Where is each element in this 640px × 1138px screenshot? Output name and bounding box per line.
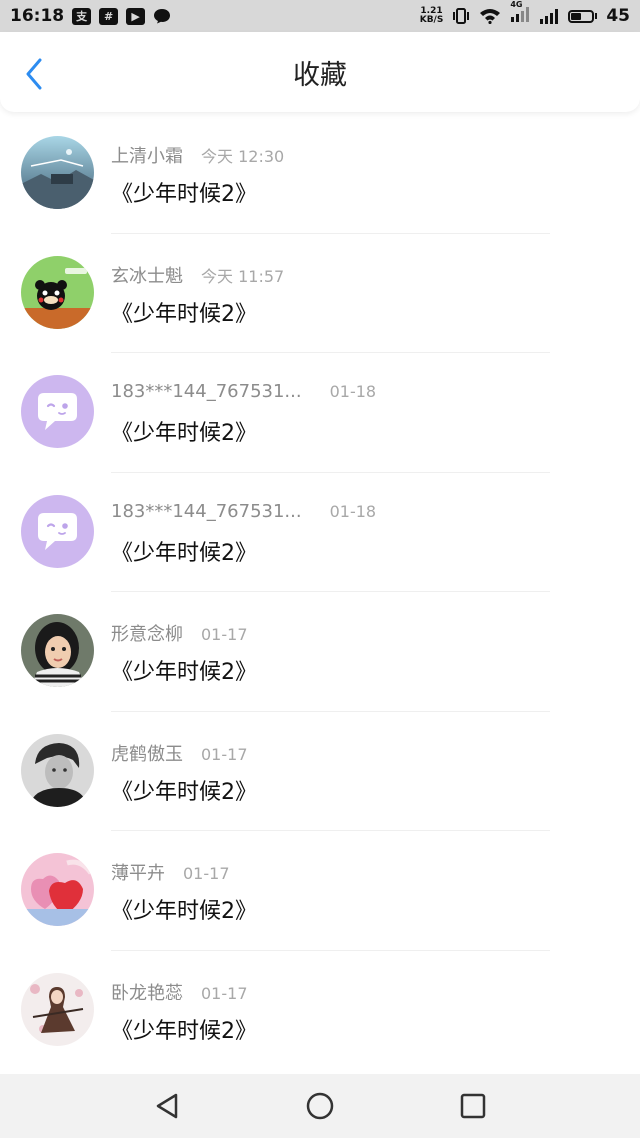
timestamp: 01-17 xyxy=(201,625,248,644)
list-item[interactable]: 183***144_767531... 01-18 《少年时候2》 xyxy=(0,353,640,473)
username: 虎鹤傲玉 xyxy=(111,743,183,765)
avatar xyxy=(21,375,94,448)
net-speed: 1.21 KB/S xyxy=(420,7,444,25)
back-triangle-icon xyxy=(156,1093,177,1119)
item-meta: 薄平卉 01-17 xyxy=(111,859,230,885)
timestamp: 今天 12:30 xyxy=(201,147,285,166)
item-title: 《少年时候2》 xyxy=(111,899,257,924)
battery-icon xyxy=(568,9,598,23)
nav-home-button[interactable] xyxy=(298,1084,342,1128)
network-type-label: 4G xyxy=(510,0,523,9)
home-circle-icon xyxy=(306,1092,334,1120)
item-title: 《少年时候2》 xyxy=(111,182,257,207)
list-item[interactable]: 玄冰士魁 今天 11:57 《少年时候2》 xyxy=(0,234,640,353)
item-meta: 卧龙艳蕊 01-17 xyxy=(111,979,248,1005)
back-button[interactable] xyxy=(14,54,54,94)
item-meta: 虎鹤傲玉 01-17 xyxy=(111,740,248,766)
system-nav-bar xyxy=(0,1074,640,1138)
timestamp: 01-18 xyxy=(329,501,377,521)
avatar xyxy=(21,614,94,687)
avatar xyxy=(21,136,94,209)
username: 形意念柳 xyxy=(111,624,183,645)
avatar xyxy=(21,853,94,926)
item-title: 《少年时候2》 xyxy=(111,1018,257,1044)
wifi-icon xyxy=(480,9,501,24)
timestamp: 01-18 xyxy=(329,382,377,401)
timestamp: 今天 11:57 xyxy=(201,266,285,286)
avatar xyxy=(21,972,94,1046)
timestamp: 01-17 xyxy=(183,864,230,883)
play-icon: ▶ xyxy=(126,7,146,25)
phone-screen: 16:18 支 # ▶ 1.21 KB/S 4G 45 收藏 上清小霜 今天 1… xyxy=(0,0,640,1138)
list-item[interactable]: 卧龙艳蕊 01-17 《少年时候2》 xyxy=(0,951,640,1071)
item-title: 《少年时候2》 xyxy=(111,421,257,446)
default-chat-avatar-icon xyxy=(21,375,94,448)
item-title: 《少年时候2》 xyxy=(111,540,257,566)
item-title: 《少年时候2》 xyxy=(111,779,257,805)
item-meta: 183***144_767531... 01-18 xyxy=(111,501,376,522)
status-right: 1.21 KB/S 4G 45 xyxy=(420,0,630,27)
item-meta: 形意念柳 01-17 xyxy=(111,620,248,646)
username: 183***144_767531... xyxy=(111,500,302,522)
grid-icon: # xyxy=(99,7,119,25)
item-title: 《少年时候2》 xyxy=(111,660,257,685)
username: 玄冰士魁 xyxy=(111,265,183,287)
header: 收藏 xyxy=(0,32,640,112)
default-chat-avatar-icon xyxy=(21,494,94,568)
net-speed-unit: KB/S xyxy=(419,15,444,25)
username: 薄平卉 xyxy=(111,863,165,884)
page-title: 收藏 xyxy=(293,59,347,91)
timestamp: 01-17 xyxy=(201,983,248,1003)
signal-4g: 4G xyxy=(510,0,530,27)
avatar xyxy=(21,494,94,568)
chat-icon xyxy=(154,9,171,24)
timestamp: 01-17 xyxy=(201,744,248,764)
chevron-left-icon xyxy=(26,58,42,90)
status-bar: 16:18 支 # ▶ 1.21 KB/S 4G 45 xyxy=(0,0,640,32)
list-item[interactable]: 上清小霜 今天 12:30 《少年时候2》 xyxy=(0,114,640,234)
signal-icon xyxy=(540,9,559,24)
avatar xyxy=(21,733,94,807)
item-meta: 上清小霜 今天 12:30 xyxy=(111,142,284,168)
username: 上清小霜 xyxy=(111,146,183,167)
item-title: 《少年时候2》 xyxy=(111,301,257,327)
username: 卧龙艳蕊 xyxy=(111,982,183,1004)
status-left: 16:18 支 # ▶ xyxy=(10,6,171,26)
status-time: 16:18 xyxy=(10,6,65,26)
nav-recents-button[interactable] xyxy=(451,1084,495,1128)
item-meta: 183***144_767531... 01-18 xyxy=(111,381,376,402)
vibrate-icon xyxy=(453,8,470,24)
list-item[interactable]: 薄平卉 01-17 《少年时候2》 xyxy=(0,831,640,951)
list-item[interactable]: 虎鹤傲玉 01-17 《少年时候2》 xyxy=(0,712,640,831)
nav-back-button[interactable] xyxy=(145,1084,189,1128)
list-item[interactable]: 183***144_767531... 01-18 《少年时候2》 xyxy=(0,473,640,592)
username: 183***144_767531... xyxy=(111,381,302,402)
list-item[interactable]: 形意念柳 01-17 《少年时候2》 xyxy=(0,592,640,712)
item-meta: 玄冰士魁 今天 11:57 xyxy=(111,262,284,288)
recents-square-icon xyxy=(461,1093,486,1119)
app-notification-icon: 支 xyxy=(72,7,92,25)
favorites-list: 上清小霜 今天 12:30 《少年时候2》 玄冰士魁 今天 11:57 《少年时… xyxy=(0,114,640,1070)
avatar xyxy=(21,255,94,329)
battery-level: 45 xyxy=(606,6,630,26)
